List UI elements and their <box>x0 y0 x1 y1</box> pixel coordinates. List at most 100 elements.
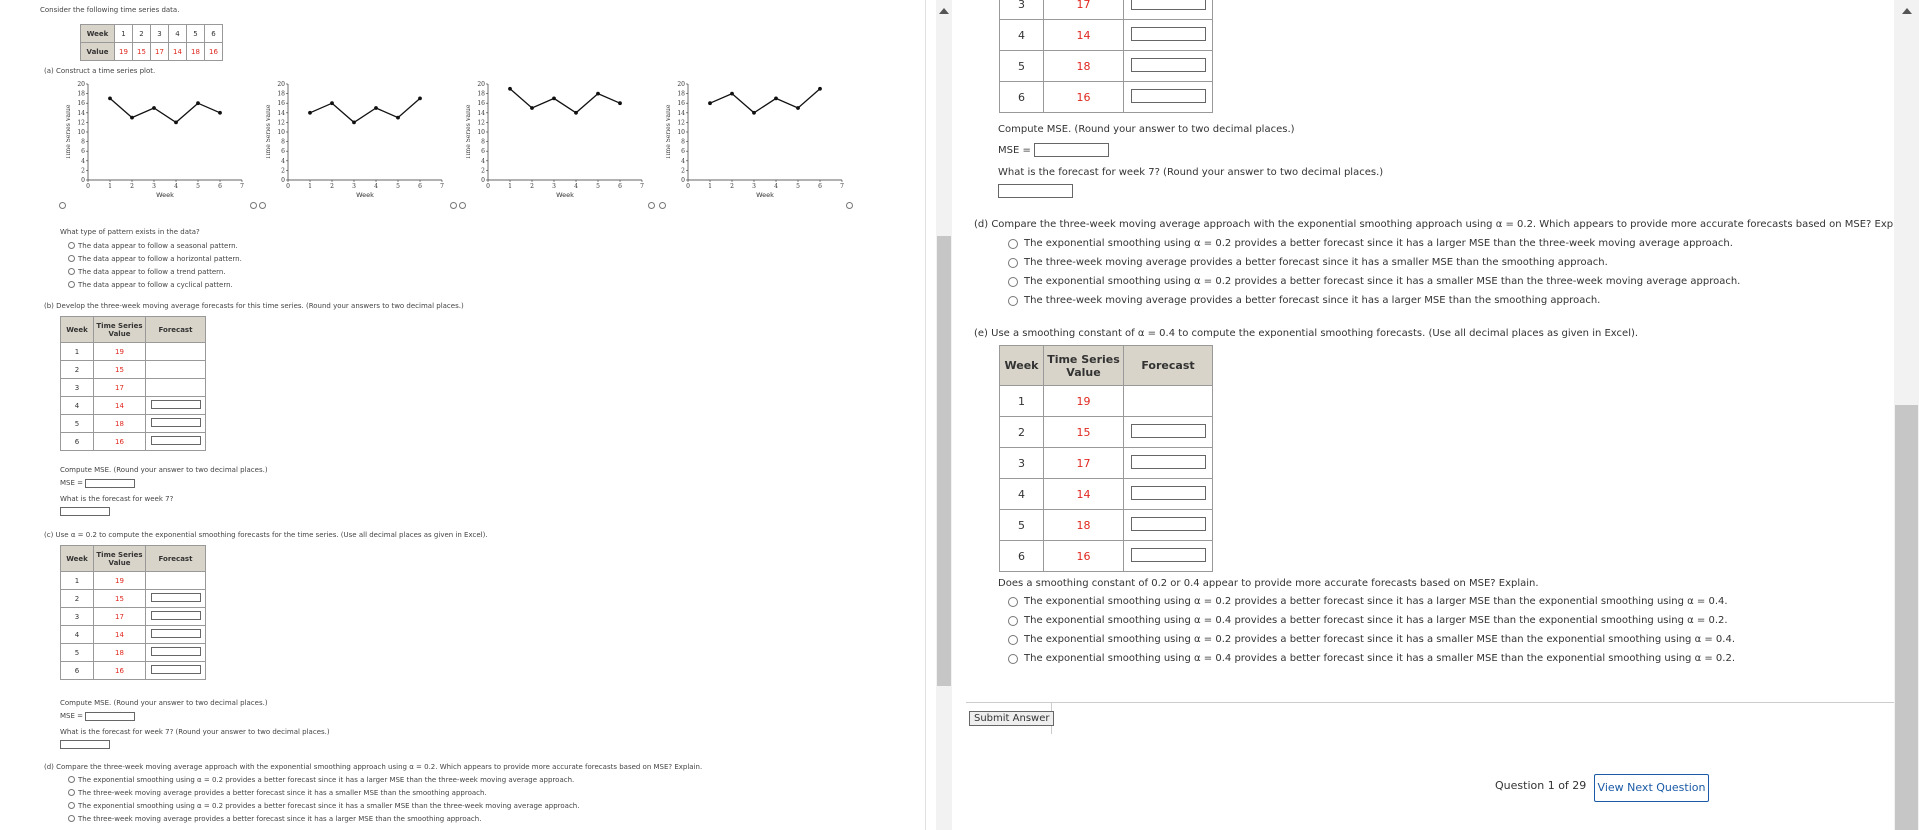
forecast-input[interactable] <box>1130 454 1206 469</box>
info-icon[interactable] <box>846 202 853 209</box>
forecast-input[interactable] <box>1130 88 1206 103</box>
mse-row: MSE = <box>998 143 1109 157</box>
data-point <box>796 106 800 110</box>
time-series-chart-option: 20 18 16 14 12 10 8 6 4 2 0 0 1 2 3 4 5 6 7 Week Time Series… <box>665 80 846 199</box>
radio-button[interactable] <box>1008 615 1018 626</box>
mse-input[interactable] <box>1033 143 1109 157</box>
chart-svg: 201816141210864200 1 2 3 4 5 6 7WeekTime Series… <box>265 81 444 199</box>
radio-button[interactable] <box>1008 295 1018 306</box>
forecast-input[interactable] <box>1130 547 1206 562</box>
radio-button[interactable] <box>1008 634 1018 645</box>
forecast-input[interactable] <box>1130 485 1206 500</box>
week7-forecast-input[interactable] <box>998 184 1073 198</box>
radio-button[interactable] <box>68 281 75 288</box>
answer-option[interactable]: The exponential smoothing using α = 0.2 … <box>1008 272 1740 291</box>
y-tick-label: 14 <box>277 110 285 117</box>
radio-button[interactable] <box>68 802 75 809</box>
pattern-option[interactable]: The data appear to follow a trend patter… <box>68 265 242 278</box>
radio-button[interactable] <box>68 268 75 275</box>
info-icon[interactable] <box>250 202 257 209</box>
y-tick-label: 4 <box>681 158 685 165</box>
forecast-input[interactable] <box>150 629 201 638</box>
time-series-chart-option: 20 18 16 14 12 10 8 6 4 2 0 0 1 2 3 4 5 6 7 Week Time Series… <box>465 80 646 199</box>
scroll-up-icon[interactable] <box>939 8 949 14</box>
pattern-option[interactable]: The data appear to follow a cyclical pat… <box>68 278 242 291</box>
radio-button[interactable] <box>1008 257 1018 268</box>
left-scrollbar[interactable] <box>936 0 952 830</box>
forecast-input[interactable] <box>150 593 201 602</box>
x-tick-label: 7 <box>640 183 644 190</box>
chart-option-radio-4[interactable] <box>659 202 666 209</box>
forecast-input[interactable] <box>150 647 201 656</box>
chart-option-radio-3[interactable] <box>459 202 466 209</box>
radio-button[interactable] <box>68 789 75 796</box>
answer-option[interactable]: The three-week moving average provides a… <box>1008 253 1740 272</box>
answer-option[interactable]: The exponential smoothing using α = 0.2 … <box>1008 592 1735 611</box>
part-e-question: Does a smoothing constant of 0.2 or 0.4 … <box>998 578 1539 589</box>
answer-option[interactable]: The three-week moving average provides a… <box>1008 291 1740 310</box>
radio-button[interactable] <box>1008 276 1018 287</box>
answer-option[interactable]: The exponential smoothing using α = 0.4 … <box>1008 649 1735 668</box>
answer-option[interactable]: The exponential smoothing using α = 0.4 … <box>1008 611 1735 630</box>
radio-button[interactable] <box>1008 238 1018 249</box>
mse-input[interactable] <box>85 479 135 488</box>
question-counter: Question 1 of 29 <box>1495 779 1587 792</box>
pattern-option[interactable]: The data appear to follow a seasonal pat… <box>68 239 242 252</box>
forecast-input[interactable] <box>150 436 201 445</box>
answer-option[interactable]: The exponential smoothing using α = 0.2 … <box>1008 234 1740 253</box>
chart-option-radio-1[interactable] <box>59 202 66 209</box>
table-row: 5 18 <box>60 414 206 433</box>
answer-option[interactable]: The three-week moving average provides a… <box>68 786 579 799</box>
answer-option[interactable]: The three-week moving average provides a… <box>68 812 579 825</box>
answer-option[interactable]: The exponential smoothing using α = 0.2 … <box>68 799 579 812</box>
right-scrollbar[interactable] <box>1894 0 1919 830</box>
y-tick-label: 6 <box>81 148 85 155</box>
forecast-input[interactable] <box>1130 57 1206 72</box>
data-point <box>174 120 178 125</box>
y-tick-label: 4 <box>481 158 485 165</box>
part-d-options: The exponential smoothing using α = 0.2 … <box>68 773 579 825</box>
scroll-up-icon[interactable] <box>1902 8 1912 14</box>
series-line <box>709 88 821 114</box>
forecast-input[interactable] <box>1130 26 1206 41</box>
y-tick-label: 16 <box>277 100 285 107</box>
radio-button[interactable] <box>1008 596 1018 607</box>
chart-option-radio-2[interactable] <box>259 202 266 209</box>
scrollbar-thumb[interactable] <box>1895 405 1918 830</box>
forecast-input[interactable] <box>150 400 201 409</box>
pattern-option[interactable]: The data appear to follow a horizontal p… <box>68 252 242 265</box>
info-icon[interactable] <box>648 202 655 209</box>
submit-answer-button[interactable]: Submit Answer <box>969 711 1055 726</box>
forecast-input[interactable] <box>150 665 201 674</box>
radio-button[interactable] <box>68 776 75 783</box>
table-row: 3 17 <box>999 0 1213 20</box>
data-point <box>418 96 422 101</box>
y-tick-label: 6 <box>481 148 485 155</box>
scrollbar-thumb[interactable] <box>937 236 951 686</box>
forecast-input[interactable] <box>1130 0 1206 10</box>
x-tick-label: 4 <box>774 183 778 190</box>
radio-button[interactable] <box>68 242 75 249</box>
week7-forecast-input[interactable] <box>60 507 110 516</box>
answer-option[interactable]: The exponential smoothing using α = 0.2 … <box>1008 630 1735 649</box>
table-row: 6 16 <box>999 540 1213 572</box>
forecast-input[interactable] <box>1130 516 1206 531</box>
view-next-question-button[interactable]: View Next Question <box>1594 774 1709 802</box>
table-row: 6 16 <box>60 432 206 451</box>
forecast-input[interactable] <box>1130 423 1206 438</box>
radio-button[interactable] <box>1008 653 1018 664</box>
week7-forecast-input[interactable] <box>60 740 110 749</box>
chart-svg: 201816141210864200 1 2 3 4 5 6 7WeekTime Series… <box>65 81 244 199</box>
y-tick-label: 18 <box>277 91 285 98</box>
part-c-prompt: (c) Use α = 0.2 to compute the exponenti… <box>44 531 488 539</box>
x-tick-label: 1 <box>508 183 512 190</box>
mse-input[interactable] <box>85 712 135 721</box>
radio-button[interactable] <box>68 815 75 822</box>
forecast-input[interactable] <box>150 418 201 427</box>
data-point <box>818 86 822 91</box>
info-icon[interactable] <box>450 202 457 209</box>
forecast-input[interactable] <box>150 611 201 620</box>
answer-option[interactable]: The exponential smoothing using α = 0.2 … <box>68 773 579 786</box>
data-point <box>774 96 778 101</box>
radio-button[interactable] <box>68 255 75 262</box>
